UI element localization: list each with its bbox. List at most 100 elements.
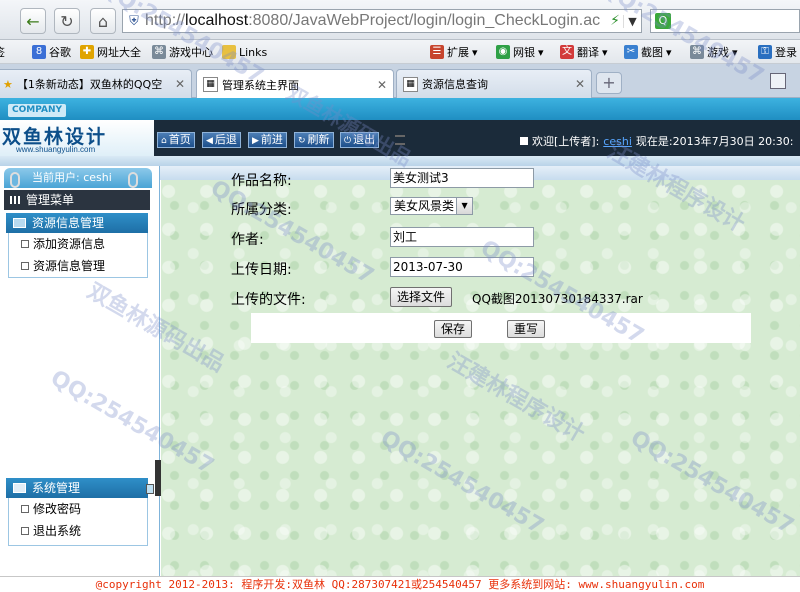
folder-icon xyxy=(222,45,236,59)
url-host: localhost xyxy=(185,12,249,29)
chevron-down-icon[interactable]: ▼ xyxy=(623,14,641,28)
welcome-user-link[interactable]: ceshi xyxy=(603,135,632,148)
category-select[interactable]: 美女风景类 ▼ xyxy=(390,197,474,215)
welcome-text: 欢迎[上传者]: ceshi 现在是:2013年7月30日 20:30: xyxy=(520,133,793,149)
field-label-author: 作者: xyxy=(231,232,264,248)
menu-item-add-resource[interactable]: 添加资源信息 xyxy=(9,233,147,255)
square-bullet-icon xyxy=(520,137,528,145)
bookmark-item[interactable]: 文翻译 ▾ xyxy=(560,44,608,60)
bookmark-item[interactable]: ◉ 网银 ▾ xyxy=(496,44,544,60)
checkbox-icon xyxy=(21,240,29,248)
top-strip xyxy=(0,98,800,120)
bookmark-label: 签 xyxy=(0,44,5,60)
tab-label: 管理系统主界面 xyxy=(222,78,299,92)
save-button[interactable]: 保存 xyxy=(434,320,473,338)
plus-icon: + xyxy=(602,73,616,92)
bookmark-item[interactable]: ☰ 扩展 ▾ xyxy=(430,44,478,60)
close-icon[interactable]: ✕ xyxy=(377,78,387,92)
star-icon: ★ xyxy=(3,77,13,91)
chevron-down-icon: ▾ xyxy=(472,45,478,59)
bookmark-label: 网址大全 xyxy=(97,46,141,59)
forward-icon: ▶ xyxy=(252,136,259,146)
menu-item-exit-system[interactable]: 退出系统 xyxy=(9,520,147,542)
header-divider xyxy=(0,156,800,166)
home-button[interactable]: ⌂ xyxy=(90,8,116,34)
back-page-button[interactable]: ◀ 后退 xyxy=(202,132,241,148)
panel-icon xyxy=(146,484,154,494)
bookmark-label: 谷歌 xyxy=(49,46,71,59)
url-rest: :8080/JavaWebProject/login/login_CheckLo… xyxy=(248,12,601,29)
section-resource-header[interactable]: 资源信息管理 xyxy=(6,213,148,233)
google-icon: 8 xyxy=(32,45,46,59)
close-icon[interactable]: ✕ xyxy=(575,77,585,91)
bookmark-label: 截图 xyxy=(641,46,663,59)
bookmark-label: 游戏中心 xyxy=(169,46,213,59)
url-prefix: http:// xyxy=(145,12,186,29)
button-label: 退出 xyxy=(353,133,376,146)
tab-strip: ★ 【1条新动态】双鱼林的QQ空 ✕ ▦ 管理系统主界面 ✕ ▦ 资源信息查询 … xyxy=(0,64,800,99)
bank-icon: ◉ xyxy=(496,45,510,59)
gamepad-icon: ⌘ xyxy=(152,45,166,59)
main-content: 作品名称: 美女测试3 所属分类: 美女风景类 ▼ 作者: 刘工 上传日期: 2… xyxy=(161,168,800,576)
menu-item-label: 修改密码 xyxy=(33,502,82,516)
shield-icon: ⛨ xyxy=(129,13,139,29)
section-title: 系统管理 xyxy=(32,481,81,495)
page-footer: @copyright 2012-2013: 程序开发:双鱼林 QQ:287307… xyxy=(0,576,800,592)
key-icon: ⚿ xyxy=(758,45,772,59)
title-input[interactable]: 美女测试3 xyxy=(390,168,534,188)
panel-icon xyxy=(13,218,26,228)
bookmarks-bar: 签 8谷歌 ✚网址大全 ⌘游戏中心 Links ☰扩展▾ ◉网银▾ 文翻译▾ ✂… xyxy=(0,40,800,64)
reload-icon: ↻ xyxy=(60,11,74,31)
bookmark-item[interactable]: 签 xyxy=(0,44,5,60)
tab-label: 【1条新动态】双鱼林的QQ空 xyxy=(16,78,163,91)
menu-item-manage-resource[interactable]: 资源信息管理 xyxy=(9,255,147,277)
browser-tab[interactable]: ▦ 管理系统主界面 ✕ xyxy=(196,69,394,99)
translate-icon: 文 xyxy=(560,45,574,59)
browser-tab[interactable]: ★ 【1条新动态】双鱼林的QQ空 ✕ xyxy=(0,69,192,98)
bookmark-item[interactable]: ⚿ 登录 xyxy=(758,44,797,60)
reset-button[interactable]: 重写 xyxy=(507,320,546,338)
window-icon[interactable] xyxy=(770,73,786,89)
bookmark-item[interactable]: ✚ 网址大全 xyxy=(80,44,141,60)
author-input[interactable]: 刘工 xyxy=(390,227,534,247)
bookmark-item[interactable]: 8 谷歌 xyxy=(32,44,71,60)
section-system-header[interactable]: 系统管理 xyxy=(6,478,148,498)
upload-date-input[interactable]: 2013-07-30 xyxy=(390,257,534,277)
refresh-icon: ↻ xyxy=(298,136,306,146)
url-text[interactable]: http://localhost:8080/JavaWebProject/log… xyxy=(145,12,607,30)
chevron-down-icon[interactable]: ▼ xyxy=(456,198,473,214)
menu-grip-icon xyxy=(395,135,405,145)
current-time: 现在是:2013年7月30日 20:30: xyxy=(635,135,794,148)
grid-dots-icon xyxy=(10,196,22,204)
back-button[interactable]: ← xyxy=(20,8,46,34)
close-icon[interactable]: ✕ xyxy=(175,77,185,91)
menu-item-change-password[interactable]: 修改密码 xyxy=(9,498,147,520)
page-icon: ▦ xyxy=(203,77,218,92)
lightning-icon[interactable]: ⚡ xyxy=(607,13,623,29)
power-icon: ⏻ xyxy=(344,136,352,146)
reload-button[interactable]: ↻ xyxy=(54,8,80,34)
panel-icon xyxy=(13,483,26,493)
choose-file-button[interactable]: 选择文件 xyxy=(390,287,453,307)
refresh-page-button[interactable]: ↻ 刷新 xyxy=(294,132,334,148)
company-tag: COMPANY xyxy=(8,104,66,117)
web-page: COMPANY 双鱼林设计 www.shuangyulin.com ⌂ 首页 ◀ 后… xyxy=(0,98,800,592)
browser-tab[interactable]: ▦ 资源信息查询 ✕ xyxy=(396,69,592,98)
menu-item-label: 资源信息管理 xyxy=(33,259,106,273)
bookmark-item[interactable]: Links xyxy=(222,44,267,60)
new-tab-button[interactable]: + xyxy=(596,72,622,94)
page-icon: ▦ xyxy=(403,76,418,92)
search-input[interactable]: Q xyxy=(650,9,800,33)
search-engine-icon[interactable]: Q xyxy=(655,13,671,29)
logout-page-button[interactable]: ⏻ 退出 xyxy=(340,132,380,148)
address-bar[interactable]: ⛨ http://localhost:8080/JavaWebProject/l… xyxy=(122,9,642,33)
button-label: 前进 xyxy=(260,133,283,146)
bookmark-item[interactable]: ⌘ 游戏 ▾ xyxy=(690,44,738,60)
menu-item-label: 添加资源信息 xyxy=(33,237,106,251)
extension-icon: ☰ xyxy=(430,45,444,59)
section-title: 资源信息管理 xyxy=(32,216,105,230)
bookmark-item[interactable]: ✂ 截图 ▾ xyxy=(624,44,672,60)
home-page-button[interactable]: ⌂ 首页 xyxy=(157,132,195,148)
bookmark-item[interactable]: ⌘ 游戏中心 xyxy=(152,44,213,60)
forward-page-button[interactable]: ▶ 前进 xyxy=(248,132,287,148)
